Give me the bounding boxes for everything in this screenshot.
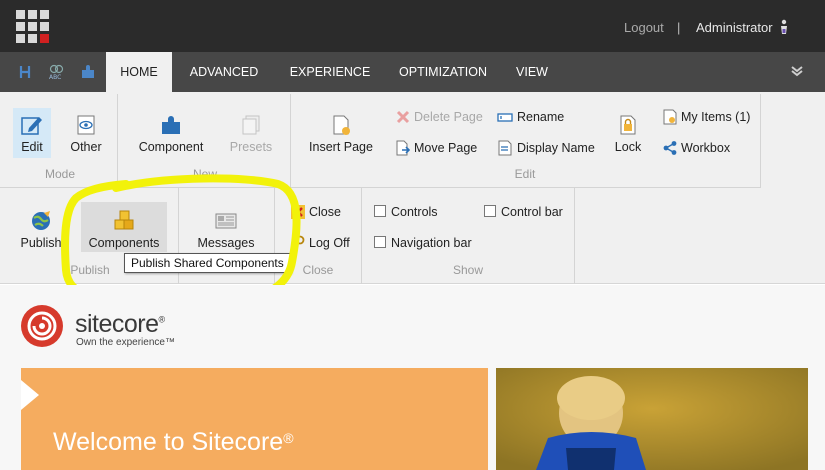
ribbon-tab-bar: ABC HOME ADVANCED EXPERIENCE OPTIMIZATIO…: [0, 52, 825, 92]
edit-group-label: Edit: [514, 167, 536, 181]
tab-experience[interactable]: EXPERIENCE: [280, 52, 380, 92]
messages-label: Messages: [197, 236, 255, 250]
tab-view[interactable]: VIEW: [508, 52, 556, 92]
navigation-bar-checkbox-box[interactable]: [374, 236, 386, 248]
collapse-ribbon-chevron-icon[interactable]: [789, 64, 805, 78]
my-items-label: My Items (1): [681, 110, 751, 124]
close-label: Close: [309, 205, 341, 219]
lock-label: Lock: [614, 140, 642, 154]
controls-checkbox[interactable]: Controls: [374, 204, 438, 220]
components-boxes-icon: [114, 210, 134, 230]
show-group-label: Show: [452, 263, 484, 277]
logout-link[interactable]: Logout: [624, 20, 664, 35]
workbox-label: Workbox: [681, 141, 731, 155]
lock-icon: [620, 115, 636, 135]
controls-checkbox-box[interactable]: [374, 205, 386, 217]
control-bar-label: Control bar: [501, 205, 563, 219]
delete-page-label: Delete Page: [414, 110, 483, 124]
top-bar: Logout | Administrator: [0, 0, 825, 52]
other-mode-button[interactable]: Other: [66, 114, 106, 158]
preview-eye-icon: [77, 115, 95, 135]
sitecore-wordmark: sitecore®: [75, 310, 165, 339]
controls-label: Controls: [391, 205, 438, 219]
display-name-page-icon: [498, 140, 512, 156]
navigation-bar-label: Navigation bar: [391, 236, 472, 250]
publish-components-button[interactable]: Components: [81, 202, 167, 252]
my-items-button[interactable]: My Items (1): [662, 108, 750, 126]
hero-notch: [21, 380, 39, 410]
new-group-label: New: [192, 167, 217, 181]
publish-components-tooltip: Publish Shared Components: [124, 253, 291, 273]
svg-text:ABC: ABC: [49, 74, 61, 80]
quick-save-icon[interactable]: [18, 64, 34, 80]
other-mode-label: Other: [70, 140, 102, 154]
close-x-icon: [291, 205, 305, 219]
log-off-key-icon: [291, 235, 305, 250]
tab-home[interactable]: HOME: [106, 52, 172, 92]
app-launcher-icon[interactable]: [16, 10, 49, 43]
insert-page-button[interactable]: Insert Page: [306, 114, 376, 158]
messages-newspaper-icon: [215, 213, 237, 229]
workbox-share-icon: [663, 141, 677, 155]
move-page-icon: [396, 140, 411, 156]
close-button[interactable]: Close: [290, 203, 341, 221]
add-component-button[interactable]: Component: [134, 114, 208, 158]
tab-advanced[interactable]: ADVANCED: [180, 52, 268, 92]
my-items-icon: [663, 109, 677, 125]
group-divider: [117, 94, 118, 188]
sitecore-wordmark-registered: ®: [158, 314, 166, 325]
workbox-button[interactable]: Workbox: [662, 139, 730, 157]
messages-button[interactable]: Messages: [193, 210, 259, 254]
presets-button[interactable]: Presets: [224, 114, 278, 158]
presets-pages-icon: [242, 115, 260, 135]
publish-globe-icon: [32, 211, 50, 230]
display-name-label: Display Name: [517, 141, 595, 155]
hero-child-photo: [496, 368, 808, 470]
group-divider: [760, 94, 761, 188]
welcome-heading: Welcome to Sitecore®: [53, 428, 294, 457]
publish-button[interactable]: Publish: [16, 210, 66, 254]
tab-optimization[interactable]: OPTIMIZATION: [392, 52, 494, 92]
row-divider: [0, 187, 760, 188]
display-name-button[interactable]: Display Name: [497, 139, 595, 157]
delete-x-icon: [396, 110, 410, 124]
component-puzzle-icon[interactable]: [80, 64, 96, 80]
control-bar-checkbox-box[interactable]: [484, 205, 496, 217]
move-page-label: Move Page: [414, 141, 478, 155]
mode-group-label: Mode: [44, 167, 76, 181]
group-divider: [290, 94, 291, 188]
log-off-label: Log Off: [309, 236, 350, 250]
group-divider: [361, 188, 362, 284]
user-name[interactable]: Administrator: [696, 20, 773, 35]
move-page-button[interactable]: Move Page: [395, 139, 477, 157]
rename-field-icon: [497, 113, 513, 122]
presets-label: Presets: [229, 140, 273, 154]
edit-pencil-icon: [21, 117, 42, 135]
insert-page-icon: [333, 115, 350, 135]
component-label: Component: [138, 140, 204, 154]
rename-button[interactable]: Rename: [497, 108, 564, 126]
puzzle-piece-icon: [162, 116, 180, 134]
lock-button[interactable]: Lock: [610, 114, 646, 158]
user-icon: [781, 19, 787, 34]
welcome-heading-registered: ®: [283, 430, 294, 446]
spellcheck-icon[interactable]: ABC: [48, 64, 64, 80]
rename-label: Rename: [517, 110, 565, 124]
publish-group-label: Publish: [70, 263, 110, 277]
navigation-bar-checkbox[interactable]: Navigation bar: [374, 235, 472, 251]
welcome-heading-text: Welcome to Sitecore: [53, 428, 284, 456]
sitecore-logo-icon: [21, 305, 63, 347]
sitecore-wordmark-text: sitecore: [75, 310, 159, 338]
control-bar-checkbox[interactable]: Control bar: [484, 204, 563, 220]
group-divider: [574, 188, 575, 284]
publish-label: Publish: [20, 236, 62, 250]
edit-mode-label: Edit: [21, 140, 43, 154]
delete-page-button[interactable]: Delete Page: [395, 108, 483, 126]
sitecore-tagline: Own the experience™: [76, 337, 175, 348]
edit-mode-button[interactable]: Edit: [13, 108, 51, 158]
log-off-button[interactable]: Log Off: [290, 234, 350, 252]
insert-page-label: Insert Page: [309, 140, 373, 154]
components-label: Components: [88, 236, 160, 250]
header-separator: |: [677, 20, 681, 35]
